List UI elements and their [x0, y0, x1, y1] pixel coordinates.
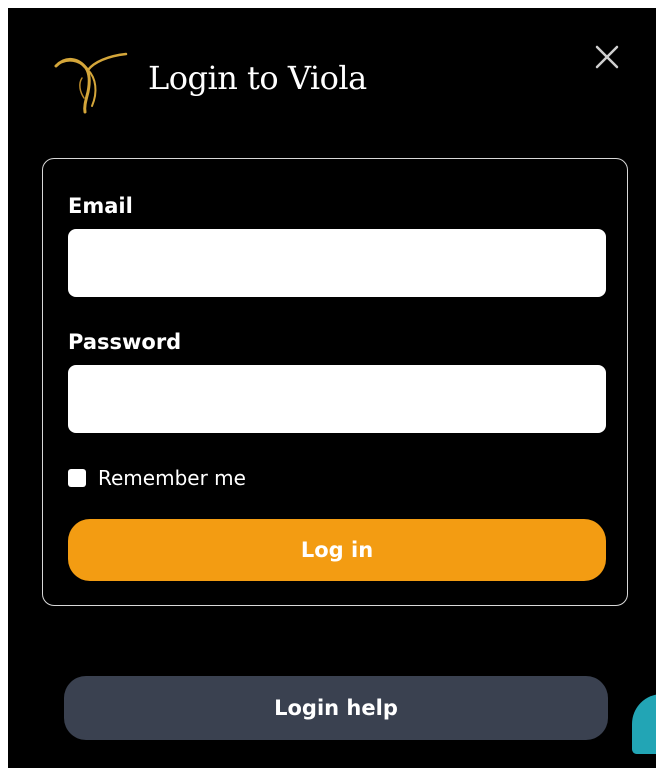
- dialog-header: Login to Viola: [8, 8, 656, 128]
- viola-logo-icon: [54, 52, 128, 114]
- close-icon[interactable]: [590, 40, 624, 74]
- login-dialog: Login to Viola Email Password Remember m…: [8, 8, 656, 768]
- chat-bubble-icon[interactable]: [632, 694, 656, 754]
- email-label: Email: [68, 194, 133, 218]
- login-help-button[interactable]: Login help: [64, 676, 608, 740]
- email-field[interactable]: [68, 229, 606, 297]
- remember-me-label: Remember me: [98, 466, 246, 490]
- login-button[interactable]: Log in: [68, 519, 606, 581]
- remember-me-option[interactable]: Remember me: [68, 465, 246, 491]
- remember-me-checkbox[interactable]: [68, 469, 86, 487]
- password-field[interactable]: [68, 365, 606, 433]
- password-label: Password: [68, 330, 182, 354]
- login-form: Email Password Remember me Log in: [42, 158, 628, 606]
- dialog-title: Login to Viola: [148, 59, 367, 97]
